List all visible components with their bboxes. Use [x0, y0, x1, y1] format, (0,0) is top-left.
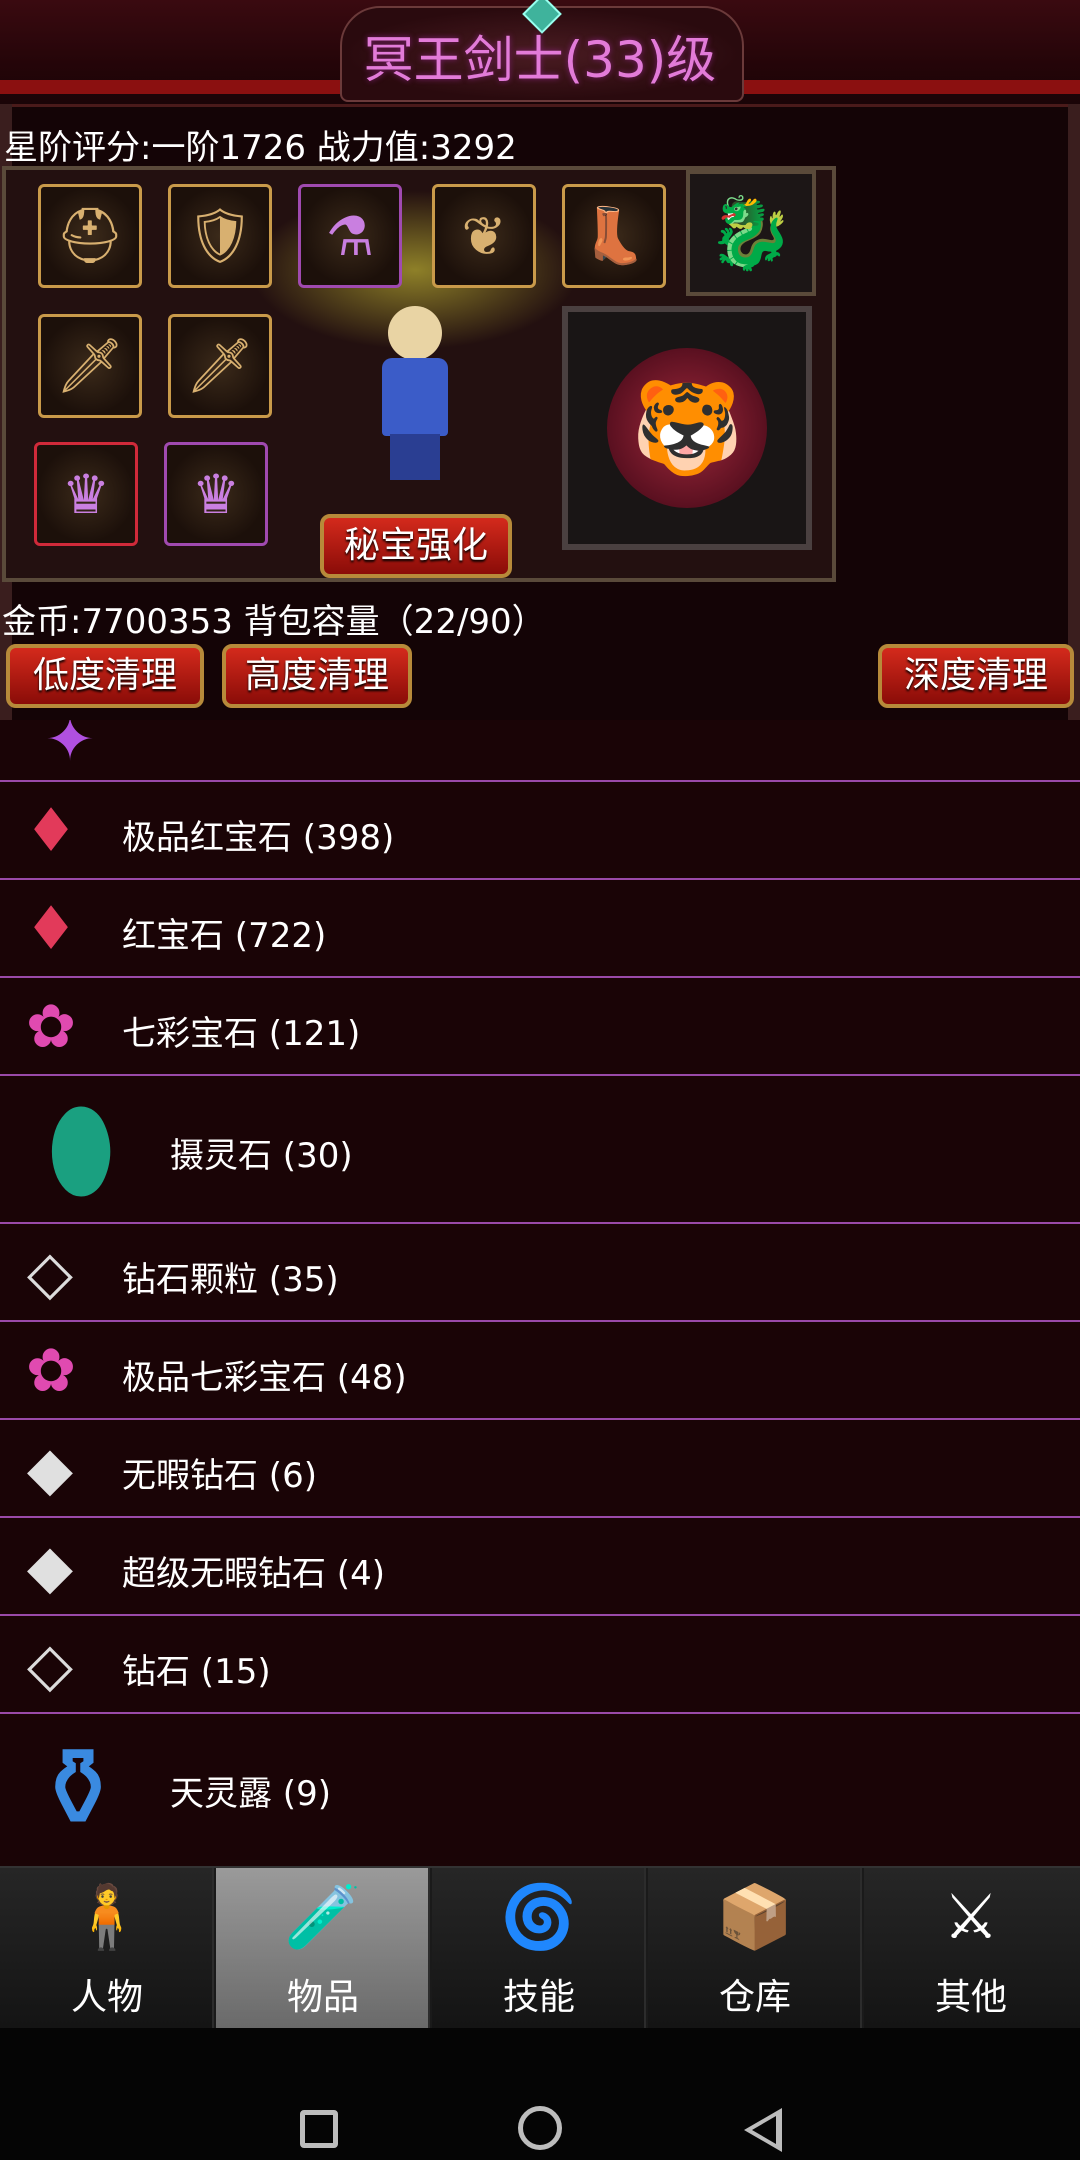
list-item[interactable]: ♦ 红宝石 (722)	[0, 878, 1080, 976]
list-item[interactable]: ◆ 无暇钻石 (6)	[0, 1418, 1080, 1516]
diamond-fragment-icon: ◇	[26, 1238, 74, 1308]
star-rating-text: 星阶评分:一阶1726 战力值:3292	[4, 128, 517, 168]
list-item[interactable]: ♦ 极品红宝石 (398)	[0, 780, 1080, 878]
potion-icon: 🧪	[284, 1880, 362, 1953]
wing-icon: ❦	[461, 204, 507, 268]
tab-label: 物品	[286, 1977, 359, 2018]
ruby-icon: ♦	[24, 894, 78, 964]
low-clean-button[interactable]: 低度清理	[6, 644, 204, 708]
bottom-tab-bar: 🧍 人物 🧪 物品 🌀 技能 📦 仓库 ⚔ 其他	[0, 1866, 1080, 2030]
potion-icon: ⚗	[325, 204, 375, 268]
crown-icon: ♛	[191, 462, 241, 526]
tab-label: 仓库	[718, 1977, 791, 2018]
list-item[interactable]: ◇ 钻石颗粒 (35)	[0, 1222, 1080, 1320]
character-legs	[390, 434, 440, 480]
character-avatar	[372, 306, 458, 486]
warehouse-icon: 📦	[716, 1880, 794, 1953]
equip-slot-helmet[interactable]: ⛑	[38, 184, 142, 288]
item-label: 超级无暇钻石 (4)	[122, 1554, 385, 1594]
deep-clean-button[interactable]: 深度清理	[878, 644, 1074, 708]
equip-slot-wing[interactable]: ❦	[432, 184, 536, 288]
rainbow-gem-icon: ✿	[25, 992, 77, 1062]
tiger-icon: 🐯	[607, 348, 767, 508]
list-item[interactable]: ⬮ 摄灵石 (30)	[0, 1074, 1080, 1222]
back-icon-inner	[752, 2116, 776, 2144]
list-item[interactable]: ◆ 超级无暇钻石 (4)	[0, 1516, 1080, 1614]
character-body	[382, 358, 448, 436]
tab-character[interactable]: 🧍 人物	[0, 1868, 214, 2028]
equip-slot-armor[interactable]: 🛡	[168, 184, 272, 288]
gold-capacity-text: 金币:7700353 背包容量（22/90）	[2, 602, 546, 642]
dragon-icon: 🐉	[707, 191, 795, 274]
equip-slot-boots[interactable]: 👢	[562, 184, 666, 288]
sword-icon: 🗡	[55, 334, 125, 397]
soul-stone-icon: ⬮	[46, 1085, 116, 1213]
character-icon: 🧍	[68, 1880, 146, 1953]
rainbow-gem-icon: ✿	[25, 1336, 77, 1406]
item-label: 钻石 (15)	[122, 1652, 271, 1692]
tab-other[interactable]: ⚔ 其他	[864, 1868, 1080, 2028]
equip-slot-potion[interactable]: ⚗	[298, 184, 402, 288]
item-label: 极品红宝石 (398)	[122, 818, 395, 858]
tab-items[interactable]: 🧪 物品	[216, 1868, 430, 2028]
list-item[interactable]: ✿ 极品七彩宝石 (48)	[0, 1320, 1080, 1418]
lightning-icon: ✦	[44, 720, 96, 775]
mount-slot[interactable]: 🐉	[686, 170, 816, 296]
swords-icon: ⚔	[943, 1880, 999, 1953]
crown-icon: ♛	[61, 462, 111, 526]
home-icon[interactable]	[518, 2106, 562, 2150]
item-label: 极品七彩宝石 (48)	[122, 1358, 407, 1398]
item-label: 红宝石 (722)	[122, 916, 327, 956]
list-item[interactable]: ⚱ 天灵露 (9)	[0, 1712, 1080, 1866]
system-nav-bar	[0, 2028, 1080, 2160]
tab-label: 技能	[502, 1977, 575, 2018]
tab-skills[interactable]: 🌀 技能	[432, 1868, 646, 2028]
diamond-icon: ◇	[26, 1630, 74, 1700]
item-label: 摄灵石 (30)	[170, 1136, 353, 1176]
list-item[interactable]: ✦	[0, 720, 1080, 782]
high-clean-button[interactable]: 高度清理	[222, 644, 412, 708]
character-head	[388, 306, 442, 360]
item-label: 七彩宝石 (121)	[122, 1014, 361, 1054]
tab-label: 人物	[70, 1977, 143, 2018]
list-item[interactable]: ◇ 钻石 (15)	[0, 1614, 1080, 1712]
list-item[interactable]: ✿ 七彩宝石 (121)	[0, 976, 1080, 1074]
flawless-diamond-icon: ◆	[26, 1434, 74, 1504]
boots-icon: 👢	[580, 204, 648, 267]
super-diamond-icon: ◆	[26, 1532, 74, 1602]
helmet-icon: ⛑	[55, 204, 125, 267]
equip-slot-weapon-left[interactable]: 🗡	[38, 314, 142, 418]
equip-slot-weapon-right[interactable]: 🗡	[168, 314, 272, 418]
ruby-icon: ♦	[24, 796, 78, 866]
armor-icon: 🛡	[185, 204, 255, 267]
item-label: 钻石颗粒 (35)	[122, 1260, 339, 1300]
skill-orb-icon: 🌀	[500, 1880, 578, 1953]
sword-icon: 🗡	[185, 334, 255, 397]
equip-slot-crown-right[interactable]: ♛	[164, 442, 268, 546]
equip-slot-crown-left[interactable]: ♛	[34, 442, 138, 546]
tab-label: 其他	[934, 1977, 1007, 2018]
character-title: 冥王剑士(33)级	[363, 31, 717, 89]
item-label: 天灵露 (9)	[170, 1774, 331, 1814]
recent-apps-icon[interactable]	[300, 2110, 338, 2148]
item-label: 无暇钻石 (6)	[122, 1456, 317, 1496]
tab-warehouse[interactable]: 📦 仓库	[648, 1868, 862, 2028]
heavenly-dew-icon: ⚱	[31, 1724, 125, 1852]
pet-frame[interactable]: 🐯	[562, 306, 812, 550]
title-bar: 冥王剑士(33)级	[0, 0, 1080, 107]
treasure-enhance-button[interactable]: 秘宝强化	[320, 514, 512, 578]
inventory-list[interactable]: ✦ ♦ 极品红宝石 (398) ♦ 红宝石 (722) ✿ 七彩宝石 (121)…	[0, 720, 1080, 1866]
